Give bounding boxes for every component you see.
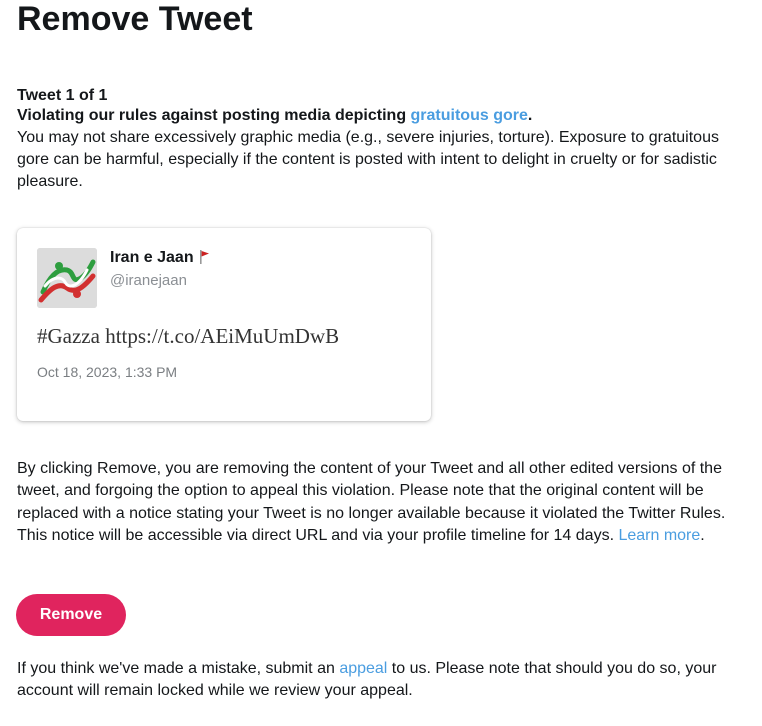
avatar-image	[37, 248, 97, 308]
tweet-timestamp: Oct 18, 2023, 1:33 PM	[37, 364, 178, 380]
remove-button[interactable]: Remove	[16, 594, 126, 636]
violation-description: You may not share excessively graphic me…	[17, 129, 719, 190]
tweet-text: #Gazza https://t.co/AEiMuUmDwB	[37, 324, 340, 348]
display-name-text: Iran e Jaan	[110, 249, 194, 266]
tweet-author-name: Iran e Jaan	[110, 248, 210, 270]
tweet-card: Iran e Jaan @iranejaan #Gazza https://t.…	[17, 228, 431, 421]
removal-notice: By clicking Remove, you are removing the…	[17, 458, 747, 548]
red-flag-icon	[199, 250, 210, 270]
page-title: Remove Tweet	[17, 0, 253, 38]
violation-rule-suffix: .	[527, 107, 533, 124]
tweet-counter: Tweet 1 of 1	[17, 87, 108, 104]
tweet-author-handle: @iranejaan	[110, 272, 187, 289]
gratuitous-gore-link[interactable]: gratuitous gore	[411, 107, 528, 124]
appeal-link[interactable]: appeal	[339, 660, 387, 677]
violation-rule-prefix: Violating our rules against posting medi…	[17, 107, 411, 124]
violation-rule: Violating our rules against posting medi…	[17, 105, 747, 127]
appeal-note: If you think we've made a mistake, submi…	[17, 658, 757, 703]
appeal-note-prefix: If you think we've made a mistake, submi…	[17, 660, 340, 677]
removal-notice-suffix: .	[700, 527, 705, 545]
learn-more-link[interactable]: Learn more	[618, 527, 700, 544]
avatar	[37, 248, 97, 308]
violation-section: Tweet 1 of 1 Violating our rules against…	[17, 85, 747, 193]
